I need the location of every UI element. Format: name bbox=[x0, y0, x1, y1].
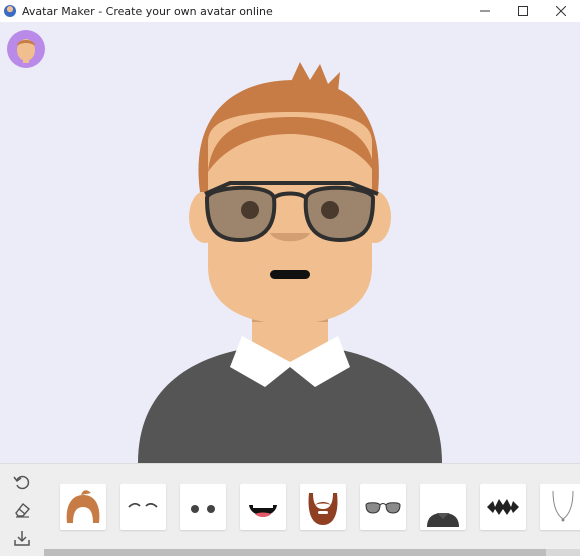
necklace-icon bbox=[552, 490, 574, 522]
category-glasses[interactable] bbox=[360, 484, 406, 530]
eyes-icon bbox=[191, 505, 215, 513]
avatar-canvas[interactable] bbox=[0, 22, 580, 463]
download-button[interactable] bbox=[10, 526, 34, 550]
item-toolbar bbox=[0, 463, 580, 556]
glasses-icon bbox=[365, 502, 401, 514]
undo-icon bbox=[13, 475, 30, 490]
eraser-button[interactable] bbox=[10, 498, 34, 522]
category-hair[interactable] bbox=[60, 484, 106, 530]
avatar-illustration bbox=[138, 62, 442, 463]
category-beard[interactable] bbox=[300, 484, 346, 530]
eyebrows-icon bbox=[128, 502, 158, 508]
category-tiles bbox=[58, 484, 580, 532]
maximize-icon bbox=[518, 6, 528, 16]
category-clothes[interactable] bbox=[420, 484, 466, 530]
close-button[interactable] bbox=[542, 0, 580, 22]
mouth-icon bbox=[249, 505, 277, 517]
avatar-mouth bbox=[270, 270, 310, 279]
hair-icon bbox=[66, 490, 100, 523]
category-tattoo[interactable] bbox=[480, 484, 526, 530]
avatar-preview-icon bbox=[17, 39, 35, 63]
avatar-preview-button[interactable] bbox=[7, 30, 45, 68]
beard-icon bbox=[308, 493, 338, 525]
download-icon bbox=[14, 531, 30, 546]
tattoo-icon bbox=[487, 499, 519, 515]
category-accessories[interactable] bbox=[540, 484, 580, 530]
minimize-icon bbox=[480, 10, 490, 12]
clothes-icon bbox=[427, 513, 459, 527]
side-tools bbox=[0, 464, 44, 556]
window-controls bbox=[466, 0, 580, 22]
app-icon bbox=[4, 5, 16, 17]
title-bar: Avatar Maker - Create your own avatar on… bbox=[0, 0, 580, 22]
undo-button[interactable] bbox=[10, 470, 34, 494]
window-title: Avatar Maker - Create your own avatar on… bbox=[22, 4, 273, 18]
minimize-button[interactable] bbox=[466, 0, 504, 22]
maximize-button[interactable] bbox=[504, 0, 542, 22]
close-icon bbox=[556, 6, 566, 16]
eraser-icon bbox=[15, 502, 30, 518]
category-mouth[interactable] bbox=[240, 484, 286, 530]
category-eyes[interactable] bbox=[180, 484, 226, 530]
category-eyebrows[interactable] bbox=[120, 484, 166, 530]
